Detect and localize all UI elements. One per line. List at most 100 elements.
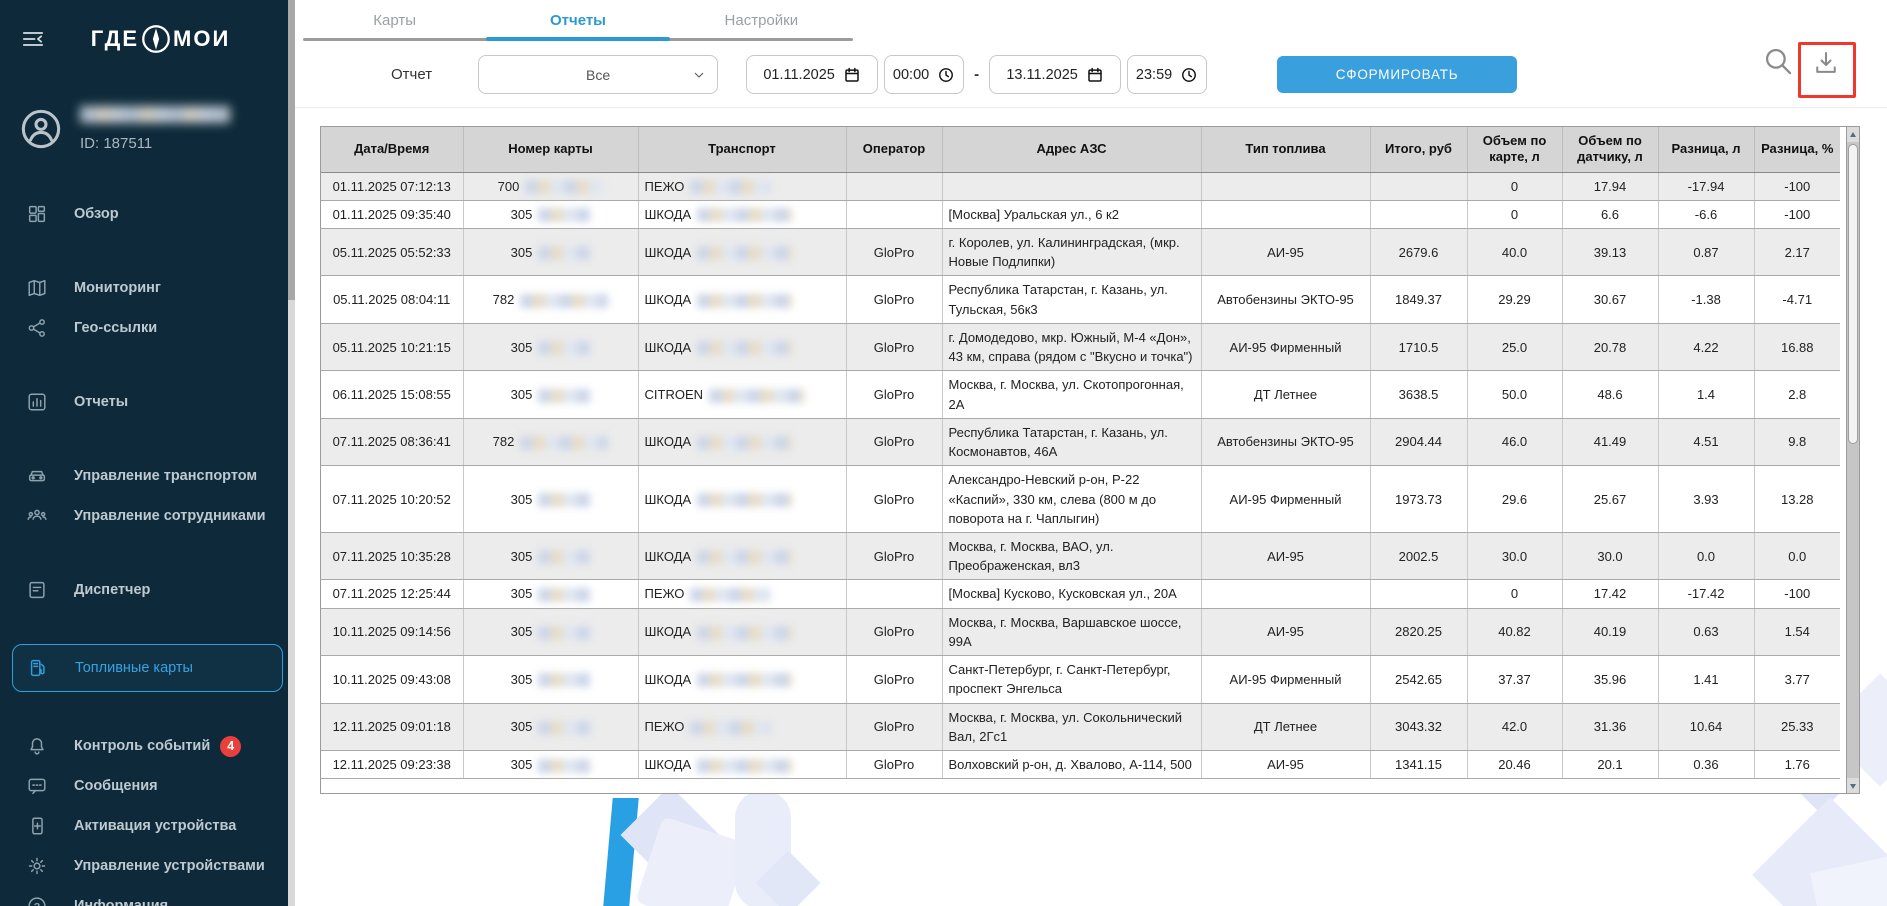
grid-icon [26,203,48,225]
report-type-select[interactable]: Все [478,55,718,94]
scroll-up-button[interactable] [1847,127,1859,142]
cell-address: г. Домодедово, мкр. Южный, М-4 «Дон», 43… [942,323,1201,370]
column-header: Разница, % [1754,127,1840,172]
masked-card-number [538,759,590,773]
cell-transport: ШКОДА [638,418,846,465]
masked-transport-name [697,626,792,640]
masked-user-name [80,106,230,123]
cell-datetime: 12.11.2025 09:01:18 [321,703,463,750]
cell-operator: GloPro [846,228,942,275]
cell-diff-percent: 2.8 [1754,371,1840,418]
clock-icon [937,66,955,84]
table-scrollbar-thumb[interactable] [1848,144,1858,444]
cell-volume-card: 29.6 [1467,466,1562,533]
cell-volume-sensor: 41.49 [1562,418,1658,465]
cell-volume-card: 30.0 [1467,533,1562,580]
cell-volume-card: 40.82 [1467,608,1562,655]
column-header: Дата/Время [321,127,463,172]
device-plus-icon [26,815,48,837]
cell-volume-sensor: 35.96 [1562,656,1658,703]
cell-fuel-type: АИ-95 Фирменный [1201,466,1370,533]
gear-icon [26,855,48,877]
cell-fuel-type: Автобензины ЭКТО-95 [1201,276,1370,323]
cell-operator [846,200,942,228]
masked-transport-name [697,759,792,773]
cell-card-number: 782 [463,276,638,323]
tab-2[interactable]: Отчеты [486,0,669,41]
masked-transport-name [697,294,792,308]
tab-1[interactable]: Карты [303,0,486,41]
date-from-input[interactable]: 01.11.2025 [746,55,878,94]
main-content: КартыОтчетыНастройки Отчет Все 01.11.202… [295,0,1887,906]
cell-address: Москва, г. Москва, Варшавское шоссе, 99А [942,608,1201,655]
date-to-input[interactable]: 13.11.2025 [989,55,1121,94]
svg-text:?: ? [34,901,40,906]
table-row: 01.11.2025 07:12:13700ПЕЖО017.94-17.94-1… [321,172,1840,200]
cell-diff-liters: 4.51 [1658,418,1754,465]
sidebar-item-doc[interactable]: Диспетчер [0,570,295,610]
filter-row: Отчет Все 01.11.2025 00:00 - 13.11.2025 … [295,41,1887,108]
table-row: 10.11.2025 09:14:56305ШКОДАGloProМосква,… [321,608,1840,655]
sidebar-item-info[interactable]: ?Информация [0,886,295,906]
sidebar-item-gear[interactable]: Управление устройствами [0,846,295,886]
masked-card-number [538,673,590,687]
table-row: 06.11.2025 15:08:55305CITROENGloProМоскв… [321,371,1840,418]
chevron-down-icon [691,67,707,83]
sidebar-item-chart[interactable]: Отчеты [0,382,295,422]
cell-operator: GloPro [846,276,942,323]
masked-transport-name [697,246,792,260]
clock-icon [1180,66,1198,84]
cell-total-rub: 1341.15 [1370,751,1467,779]
sidebar-item-grid[interactable]: Обзор [0,194,295,234]
cell-address: [Москва] Уральская ул., 6 к2 [942,200,1201,228]
cell-fuel-type: АИ-95 [1201,533,1370,580]
tab-3[interactable]: Настройки [670,0,853,41]
cell-card-number: 305 [463,228,638,275]
cell-diff-liters: -17.42 [1658,580,1754,608]
cell-card-number: 305 [463,608,638,655]
cell-fuel-type [1201,172,1370,200]
cell-address [942,172,1201,200]
cell-diff-percent: 9.8 [1754,418,1840,465]
sidebar-item-share[interactable]: Гео-ссылки [0,308,295,348]
search-button[interactable] [1761,44,1795,78]
cell-fuel-type: АИ-95 [1201,608,1370,655]
cell-diff-percent: 13.28 [1754,466,1840,533]
sidebar-item-bell[interactable]: Контроль событий 4 [0,726,295,766]
download-button[interactable] [1811,48,1841,78]
cell-card-number: 305 [463,703,638,750]
user-account[interactable]: ID: 187511 [0,66,295,162]
masked-transport-name [690,721,770,735]
sidebar-item-people[interactable]: Управление сотрудниками [0,496,295,536]
cell-datetime: 07.11.2025 08:36:41 [321,418,463,465]
sidebar-item-label: Контроль событий [74,738,210,754]
notification-badge: 4 [220,736,241,757]
cell-operator: GloPro [846,371,942,418]
sidebar-item-pump[interactable]: Топливные карты [12,644,283,692]
sidebar-scrollbar[interactable] [288,0,295,906]
sidebar-scrollbar-thumb[interactable] [288,0,295,300]
scroll-down-button[interactable] [1847,778,1859,793]
sidebar-nav: Обзор МониторингГео-ссылки Отчеты Управлени… [0,194,295,906]
cell-volume-sensor: 30.67 [1562,276,1658,323]
cell-card-number: 305 [463,323,638,370]
toolbar: КартыОтчетыНастройки Отчет Все 01.11.202… [295,0,1887,108]
cell-diff-percent: 0.0 [1754,533,1840,580]
avatar-icon [18,106,64,152]
bell-icon [26,735,48,757]
cell-transport: ПЕЖО [638,580,846,608]
cell-transport: ПЕЖО [638,703,846,750]
cell-card-number: 305 [463,580,638,608]
cell-datetime: 05.11.2025 08:04:11 [321,276,463,323]
sidebar-item-device-plus[interactable]: Активация устройства [0,806,295,846]
decoration-blue-ribbon [603,798,638,906]
table-scrollbar[interactable] [1846,127,1859,793]
generate-report-button[interactable]: СФОРМИРОВАТЬ [1277,56,1517,93]
time-from-input[interactable]: 00:00 [884,55,964,94]
sidebar-item-label: Сообщения [74,778,158,794]
sidebar-item-car[interactable]: Управление транспортом [0,456,295,496]
sidebar-item-chat[interactable]: Сообщения [0,766,295,806]
sidebar-item-map[interactable]: Мониторинг [0,268,295,308]
time-to-input[interactable]: 23:59 [1127,55,1207,94]
cell-volume-sensor: 6.6 [1562,200,1658,228]
